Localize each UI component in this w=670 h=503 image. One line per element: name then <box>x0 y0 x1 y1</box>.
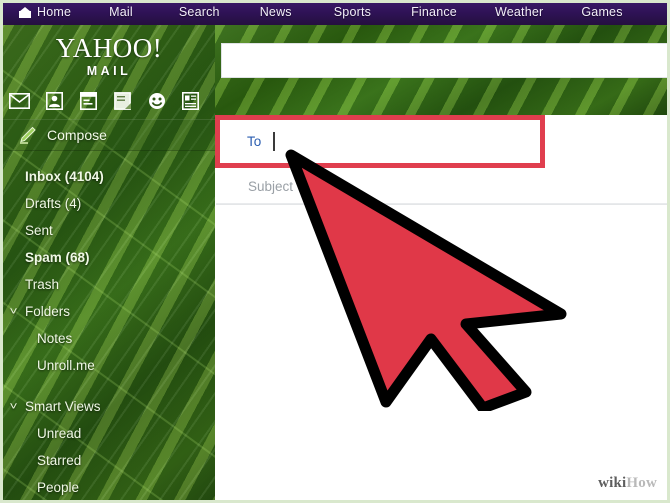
sidebar-group-folders[interactable]: ˅ Folders <box>3 298 215 325</box>
compose-button[interactable]: Compose <box>3 119 215 151</box>
body-divider <box>216 203 667 204</box>
nav-item-mail[interactable]: Mail <box>109 5 133 19</box>
sidebar-item-notes[interactable]: Notes <box>3 325 215 352</box>
sidebar-label-unrollme: Unroll.me <box>37 358 95 373</box>
nav-item-search[interactable]: Search <box>179 5 220 19</box>
sidebar-label-starred: Starred <box>37 453 82 468</box>
chevron-down-icon-smart-views[interactable]: ˅ <box>10 401 25 413</box>
subject-placeholder: Subject <box>248 179 294 194</box>
logo-product-text: MAIL <box>86 64 132 78</box>
messenger-icon[interactable] <box>147 92 167 111</box>
nav-label-home: Home <box>37 5 72 19</box>
sidebar-item-sent[interactable]: Sent <box>3 217 215 244</box>
sidebar-item-unrollme[interactable]: Unroll.me <box>3 352 215 379</box>
sidebar-item-drafts[interactable]: Drafts (4) <box>3 190 215 217</box>
watermark-part-how: How <box>626 475 657 491</box>
subject-row[interactable]: Subject <box>216 169 667 205</box>
home-icon <box>19 6 31 18</box>
yahoo-top-navigation: Home Mail Search News Sports Finance Wea… <box>3 3 667 25</box>
search-input[interactable] <box>222 44 667 77</box>
sidebar-label-notes: Notes <box>37 331 73 346</box>
mail-icon[interactable] <box>9 92 30 111</box>
nav-label-search: Search <box>178 5 220 19</box>
compose-label: Compose <box>47 127 107 143</box>
notepad-icon[interactable] <box>112 92 132 111</box>
nav-item-finance[interactable]: Finance <box>411 5 457 19</box>
to-label: To <box>247 134 262 149</box>
nav-item-games[interactable]: Games <box>581 5 622 19</box>
sidebar-label-people: People <box>37 480 80 495</box>
sidebar-item-starred[interactable]: Starred <box>3 447 215 474</box>
nav-label-finance: Finance <box>411 5 457 19</box>
sidebar-label-spam: Spam (68) <box>25 250 90 265</box>
app-icon-row <box>3 88 215 114</box>
chevron-down-icon[interactable]: ˅ <box>10 306 25 318</box>
pencil-icon <box>17 125 37 145</box>
nav-item-sports[interactable]: Sports <box>334 5 371 19</box>
search-bar[interactable] <box>221 43 667 78</box>
yahoo-mail-logo[interactable]: YAHOO! MAIL <box>3 33 215 79</box>
calendar-icon[interactable] <box>78 92 98 111</box>
contacts-icon[interactable] <box>44 92 64 111</box>
wikihow-watermark: wikiHow <box>598 475 657 492</box>
sidebar-label-inbox: Inbox (4104) <box>25 169 104 184</box>
logo-brand-text: YAHOO! <box>55 33 163 63</box>
sidebar-group-smart-views[interactable]: ˅ Smart Views <box>3 393 215 420</box>
nav-label-news: News <box>259 5 292 19</box>
nav-item-news[interactable]: News <box>260 5 292 19</box>
to-row[interactable]: To <box>219 119 541 164</box>
sidebar-item-spam[interactable]: Spam (68) <box>3 244 215 271</box>
nav-item-home[interactable]: Home <box>19 5 71 19</box>
nav-item-weather[interactable]: Weather <box>495 5 543 19</box>
to-input[interactable] <box>273 130 541 154</box>
sidebar-label-unread: Unread <box>37 426 82 441</box>
sidebar-label-trash: Trash <box>25 277 60 292</box>
text-cursor <box>273 131 275 151</box>
sidebar-item-trash[interactable]: Trash <box>3 271 215 298</box>
nav-label-games: Games <box>581 5 623 19</box>
yahoo-mail-compose-screen: Home Mail Search News Sports Finance Wea… <box>0 0 670 503</box>
sidebar-item-unread[interactable]: Unread <box>3 420 215 447</box>
sidebar-label-smart-views: Smart Views <box>25 399 101 414</box>
sidebar-item-inbox[interactable]: Inbox (4104) <box>3 163 215 190</box>
sidebar-label-sent: Sent <box>25 223 53 238</box>
sidebar-label-drafts: Drafts (4) <box>25 196 82 211</box>
nav-label-sports: Sports <box>333 5 372 19</box>
sidebar-folder-list: Inbox (4104) Drafts (4) Sent Spam (68) T… <box>3 163 215 500</box>
watermark-part-wiki: wiki <box>598 475 627 491</box>
news-feed-icon[interactable] <box>181 92 201 111</box>
sidebar-label-folders: Folders <box>25 304 71 319</box>
sidebar-item-people[interactable]: People <box>3 474 215 500</box>
nav-label-mail: Mail <box>109 5 133 19</box>
nav-label-weather: Weather <box>494 5 544 19</box>
